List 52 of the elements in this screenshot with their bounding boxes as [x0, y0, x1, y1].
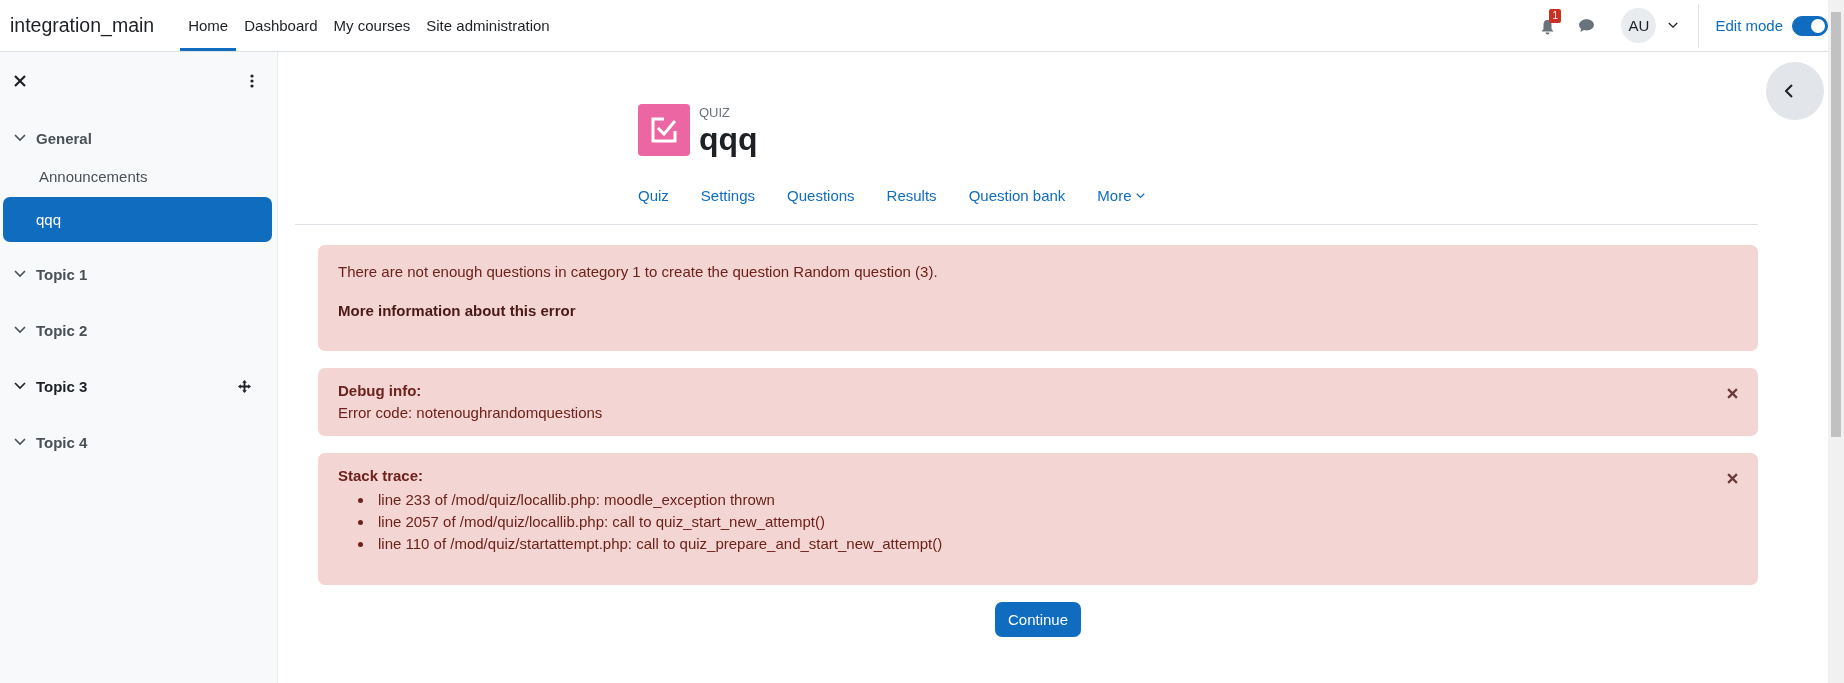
chevron-down-icon[interactable] — [14, 134, 26, 142]
bullet-icon — [358, 541, 363, 547]
more-menu[interactable]: More — [1097, 187, 1145, 204]
error-code: Error code: notenoughrandomquestions — [338, 404, 604, 421]
section-title[interactable]: General — [36, 129, 277, 147]
continue-button[interactable]: Continue — [994, 602, 1081, 637]
more-options-icon[interactable] — [250, 74, 254, 88]
secondary-nav-link[interactable]: Questions — [787, 187, 855, 204]
more-info-link[interactable]: More information about this error — [338, 302, 576, 319]
edit-mode-switch[interactable] — [1792, 15, 1828, 36]
chevron-down-icon[interactable] — [14, 270, 26, 278]
nav-link[interactable]: My courses — [325, 0, 419, 51]
error-message: There are not enough questions in category 1 to create the question Random question (3). — [338, 263, 939, 280]
chat-bubble-icon[interactable] — [1578, 18, 1596, 33]
alert-heading: Stack trace: — [338, 467, 424, 484]
activity-type-label: QUIZ — [699, 105, 732, 120]
bell-icon[interactable] — [1540, 18, 1556, 35]
secondary-nav-link[interactable]: Settings — [700, 187, 756, 204]
chevron-down-icon[interactable] — [14, 438, 26, 446]
stack-trace-line: line 233 of /mod/quiz/locallib.php: moodle_exception thrown — [378, 490, 775, 510]
activity-link[interactable]: qqq — [3, 197, 272, 242]
secondary-nav-link[interactable]: Results — [886, 187, 937, 204]
scrollbar[interactable] — [1828, 0, 1844, 683]
chevron-left-icon — [1785, 84, 1793, 98]
section-title[interactable]: Topic 1 — [36, 265, 277, 283]
secondary-nav-link[interactable]: Question bank — [968, 187, 1066, 204]
chevron-down-icon[interactable] — [1668, 22, 1679, 29]
chevron-down-icon — [1135, 192, 1145, 199]
nav-link[interactable]: Site administration — [418, 0, 558, 51]
nav-link[interactable]: Dashboard — [236, 0, 326, 51]
move-icon[interactable] — [238, 379, 251, 393]
secondary-nav-link[interactable]: Quiz — [638, 187, 669, 204]
section-title[interactable]: Topic 3 — [36, 377, 238, 395]
close-icon[interactable] — [14, 75, 26, 87]
alert-heading: Debug info: — [338, 382, 422, 399]
site-name[interactable]: integration_main — [10, 14, 155, 37]
edit-mode-label: Edit mode — [1715, 17, 1783, 34]
stack-trace-line: line 110 of /mod/quiz/startattempt.php: call to quiz_prepare_and_start_new_attempt() — [378, 534, 943, 554]
close-icon[interactable] — [1727, 388, 1738, 399]
bullet-icon — [358, 519, 363, 525]
notification-count: 1 — [1549, 8, 1561, 23]
stack-trace-line: line 2057 of /mod/quiz/locallib.php: call to quiz_start_new_attempt() — [378, 512, 825, 532]
close-icon[interactable] — [1727, 473, 1738, 484]
chevron-down-icon[interactable] — [14, 382, 26, 390]
bullet-icon — [358, 497, 363, 503]
user-avatar[interactable]: AU — [1621, 8, 1657, 43]
quiz-checkbox-icon — [638, 104, 690, 156]
activity-link[interactable]: Announcements — [3, 157, 272, 196]
section-title[interactable]: Topic 2 — [36, 321, 277, 339]
chevron-down-icon[interactable] — [14, 326, 26, 334]
activity-title: qqq — [699, 120, 758, 158]
section-title[interactable]: Topic 4 — [36, 433, 277, 451]
